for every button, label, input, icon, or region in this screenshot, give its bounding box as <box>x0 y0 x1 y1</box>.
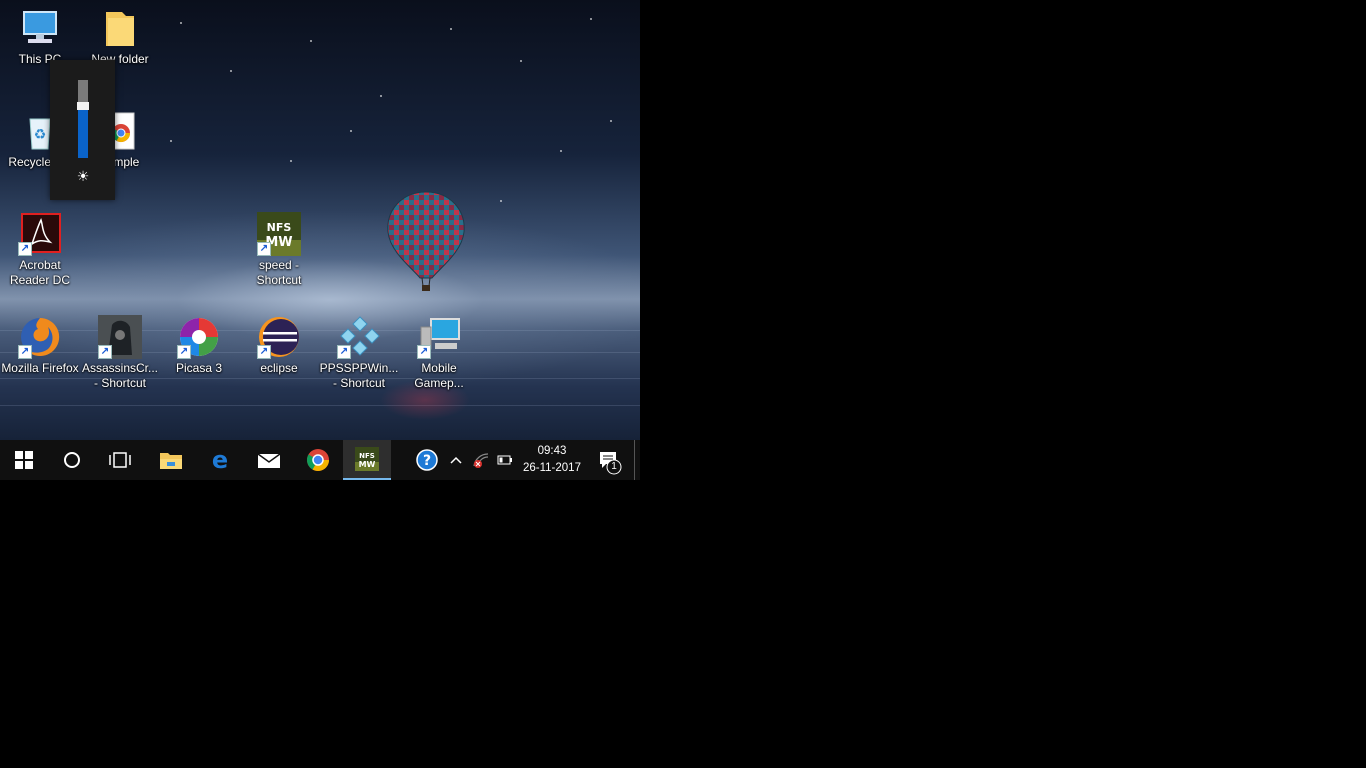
help-tray-button[interactable]: ? <box>414 440 440 480</box>
desktop-icon-eclipse[interactable]: ↗ eclipse <box>239 309 319 376</box>
brightness-sun-icon: ☀ <box>76 168 90 184</box>
svg-text:?: ? <box>423 453 431 469</box>
brightness-slider-thumb[interactable] <box>77 102 89 110</box>
desktop-icon-label: Mobile Gamep... <box>414 361 464 390</box>
desktop-icon-mobile-gamepad[interactable]: ↗ Mobile Gamep... <box>399 309 479 391</box>
desktop-icon-label: Picasa 3 <box>175 361 223 375</box>
show-hidden-icons-button[interactable] <box>446 440 466 480</box>
show-desktop-button[interactable] <box>634 440 640 480</box>
network-tray-button[interactable] <box>470 440 492 480</box>
shortcut-arrow-icon: ↗ <box>177 345 191 359</box>
desktop-icon-assassins-creed[interactable]: ↗ AssassinsCr... - Shortcut <box>80 309 160 391</box>
nfs-mw-icon: NFS MW ↗ <box>257 212 301 256</box>
star <box>500 200 502 202</box>
brightness-flyout: ☀ <box>50 60 115 200</box>
star <box>590 18 592 20</box>
chevron-up-icon <box>450 456 462 464</box>
star <box>350 130 352 132</box>
mobile-gamepad-icon: ↗ <box>417 315 461 359</box>
file-explorer-icon <box>160 453 182 469</box>
mail-icon <box>257 453 281 468</box>
star <box>380 95 382 97</box>
shortcut-arrow-icon: ↗ <box>337 345 351 359</box>
desktop-icon-speed-shortcut[interactable]: NFS MW ↗ speed - Shortcut <box>239 206 319 288</box>
star <box>520 60 522 62</box>
clock-date: 26-11-2017 <box>523 462 581 474</box>
acrobat-icon: ↗ <box>18 212 62 256</box>
svg-text:MW: MW <box>359 460 376 469</box>
star <box>310 40 312 42</box>
file-explorer-button[interactable] <box>147 440 195 480</box>
help-icon: ? <box>416 449 438 471</box>
star <box>560 150 562 152</box>
clock-time: 09:43 <box>537 445 567 457</box>
desktop-icon-ppsspp[interactable]: ↗ PPSSPPWin... - Shortcut <box>319 309 399 391</box>
shortcut-arrow-icon: ↗ <box>257 345 271 359</box>
assassins-creed-icon: ↗ <box>98 315 142 359</box>
nfs-mw-taskbar-button[interactable]: NFS MW <box>343 440 391 480</box>
desktop-icon-this-pc[interactable]: This PC <box>0 0 80 67</box>
screen: This PC New folder ♻ Recycle Bin sample … <box>0 0 640 480</box>
svg-text:♻: ♻ <box>34 126 47 142</box>
desktop-icon-picasa[interactable]: ↗ Picasa 3 <box>159 309 239 376</box>
nfs-mw-icon: NFSMW <box>355 447 379 471</box>
shortcut-arrow-icon: ↗ <box>417 345 431 359</box>
star <box>170 140 172 142</box>
desktop-icon-label: speed - Shortcut <box>256 258 302 287</box>
desktop-icon-firefox[interactable]: ↗ Mozilla Firefox <box>0 309 80 376</box>
notifications-badge: 1 <box>611 461 617 472</box>
svg-text:e: e <box>212 448 228 472</box>
eclipse-icon: ↗ <box>257 315 301 359</box>
desktop-icon-acrobat-reader[interactable]: ↗ Acrobat Reader DC <box>0 206 80 288</box>
clock[interactable]: 09:43 26-11-2017 <box>518 443 586 477</box>
star <box>610 120 612 122</box>
desktop-icon-label: Acrobat Reader DC <box>9 258 71 287</box>
this-pc-icon <box>18 6 62 50</box>
svg-text:NFS: NFS <box>267 221 292 234</box>
task-view-icon <box>109 452 131 468</box>
desktop-background[interactable]: This PC New folder ♻ Recycle Bin sample … <box>0 0 640 440</box>
chrome-icon <box>307 449 329 471</box>
start-button[interactable] <box>0 440 48 480</box>
picasa-icon: ↗ <box>177 315 221 359</box>
edge-icon: e <box>212 448 228 472</box>
task-view-button[interactable] <box>96 440 144 480</box>
shortcut-arrow-icon: ↗ <box>18 242 32 256</box>
desktop-icon-label: AssassinsCr... - Shortcut <box>81 361 159 390</box>
sea-ripple <box>0 405 640 406</box>
shortcut-arrow-icon: ↗ <box>257 242 271 256</box>
firefox-icon: ↗ <box>18 315 62 359</box>
star <box>230 70 232 72</box>
folder-icon <box>98 6 142 50</box>
chrome-button[interactable] <box>294 440 342 480</box>
battery-tray-button[interactable] <box>494 440 516 480</box>
edge-button[interactable]: e <box>196 440 244 480</box>
desktop-icon-new-folder[interactable]: New folder <box>80 0 160 67</box>
cortana-circle-icon <box>64 452 80 468</box>
windows-logo-icon <box>15 451 33 469</box>
shortcut-arrow-icon: ↗ <box>98 345 112 359</box>
mail-button[interactable] <box>245 440 293 480</box>
ppsspp-icon: ↗ <box>337 315 381 359</box>
desktop-icon-label: PPSSPPWin... - Shortcut <box>319 361 399 390</box>
network-disconnected-icon <box>473 453 489 468</box>
brightness-slider[interactable] <box>77 80 89 158</box>
shortcut-arrow-icon: ↗ <box>18 345 32 359</box>
svg-text:NFS: NFS <box>359 452 375 460</box>
hot-air-balloon-image <box>387 191 465 291</box>
desktop-icon-label: eclipse <box>260 361 298 375</box>
desktop-icon-label: Mozilla Firefox <box>1 361 79 375</box>
taskbar: e NFS MW ? 09:43 26-11-2017 1 <box>0 440 640 480</box>
star <box>290 160 292 162</box>
star <box>180 22 182 24</box>
star <box>450 28 452 30</box>
action-center-button[interactable]: 1 <box>596 440 628 480</box>
brightness-level-fill <box>78 110 88 158</box>
cortana-button[interactable] <box>48 440 96 480</box>
battery-icon <box>497 455 512 465</box>
